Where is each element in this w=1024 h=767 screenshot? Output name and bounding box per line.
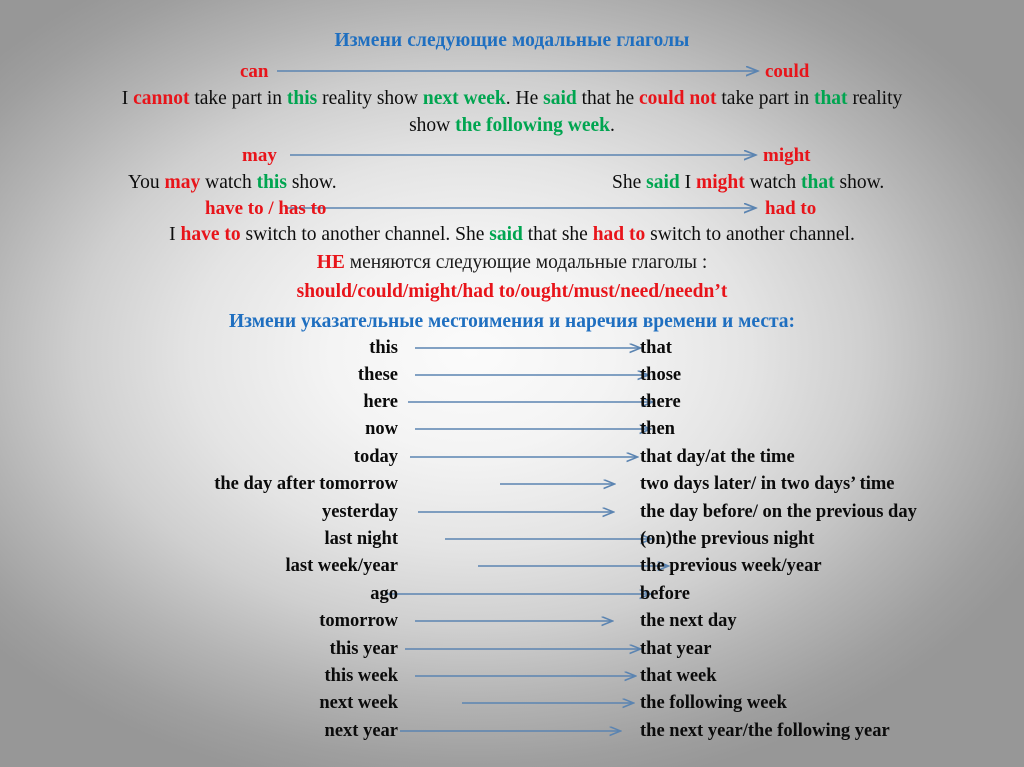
demonstratives-heading: Измени указательные местоимения и наречи… <box>228 311 796 332</box>
pair-source-term: yesterday <box>321 502 398 522</box>
pair-target-term: that <box>640 338 672 358</box>
sentence-fragment-1: cannot <box>133 88 190 109</box>
sentence-fragment-4: that she <box>522 224 593 245</box>
sentence-fragment-12: reality <box>847 88 903 109</box>
sentence-fragment-6: . He <box>505 88 544 109</box>
sentence-fragment-1: have to <box>180 224 241 245</box>
pair-target-term: the previous week/year <box>640 556 822 576</box>
pair-source-term: tomorrow <box>319 611 398 631</box>
page-title: Измени следующие модальные глаголы <box>334 30 690 51</box>
pair-source-term: this <box>369 338 398 358</box>
modal-left-may: may <box>242 145 277 166</box>
sentence-fragment-0: She <box>612 172 647 193</box>
sentence-fragment-5: that <box>801 172 835 193</box>
unchanged-rest: меняются следующие модальные глаголы : <box>344 252 708 273</box>
sentence-fragment-4: show. <box>286 172 337 193</box>
sentence-fragment-6: show. <box>834 172 885 193</box>
sentence-fragment-2: take part in <box>189 88 287 109</box>
pair-source-term: here <box>363 392 398 412</box>
pair-source-term: this week <box>324 666 399 686</box>
sentence-fragment-1: may <box>164 172 201 193</box>
modal-right-could: could <box>765 61 810 82</box>
pair-source-term: today <box>353 447 398 467</box>
pair-source-term: ago <box>370 584 398 604</box>
sentence-fragment-5: next week <box>422 88 506 109</box>
example-may-right: She said I might watch that show. <box>612 172 884 194</box>
sentence-fragment-0: I <box>169 224 181 245</box>
pair-target-term: two days later/ in two days’ time <box>640 474 895 494</box>
sentence-fragment-11: that <box>813 88 848 109</box>
pair-source-term: the day after tomorrow <box>214 474 398 494</box>
sentence-fragment-3: might <box>695 172 745 193</box>
modal-left-can: can <box>240 61 269 82</box>
sentence-fragment-1: said <box>646 172 680 193</box>
pair-target-term: before <box>640 584 690 604</box>
pair-target-term: then <box>640 419 675 439</box>
modal-left-have-to: have to / has to <box>205 198 327 219</box>
example-can-line1: I cannot take part in this reality show … <box>0 88 1024 110</box>
sentence-fragment-4: reality show <box>317 88 423 109</box>
example-can-line2: show the following week. <box>0 115 1024 137</box>
pair-source-term: last week/year <box>285 556 398 576</box>
sentence-fragment-0: You <box>128 172 165 193</box>
sentence-fragment-2: watch <box>200 172 257 193</box>
pair-source-term: next week <box>319 693 398 713</box>
unchanged-modals-note: НЕ меняются следующие модальные глаголы … <box>0 252 1024 274</box>
pair-source-term: last night <box>324 529 398 549</box>
pair-target-term: there <box>640 392 681 412</box>
pair-target-term: the following week <box>640 693 787 713</box>
example-may-left: You may watch this show. <box>128 172 337 194</box>
sentence-fragment-6: switch to another channel. <box>645 224 855 245</box>
sentence-fragment-2: switch to another channel. She <box>240 224 490 245</box>
pair-target-term: (on)the previous night <box>640 529 815 549</box>
sentence-fragment-3: this <box>286 88 318 109</box>
pair-target-term: the day before/ on the previous day <box>640 502 917 522</box>
pair-source-term: now <box>365 419 398 439</box>
modal-right-had-to: had to <box>765 198 817 219</box>
sentence-fragment-2: I <box>679 172 696 193</box>
sentence-fragment-5: had to <box>592 224 646 245</box>
sentence-fragment-0: show <box>409 115 456 136</box>
unchanged-modals-list: should/could/might/had to/ought/must/nee… <box>296 281 728 302</box>
sentence-fragment-3: said <box>489 224 523 245</box>
sentence-fragment-10: take part in <box>716 88 814 109</box>
pair-target-term: the next year/the following year <box>640 721 890 741</box>
modal-right-might: might <box>763 145 811 166</box>
pair-target-term: that day/at the time <box>640 447 795 467</box>
sentence-fragment-3: this <box>256 172 287 193</box>
sentence-fragment-9: could not <box>639 88 717 109</box>
pair-source-term: next year <box>324 721 398 741</box>
sentence-fragment-0: I <box>121 88 134 109</box>
pair-source-term: these <box>357 365 398 385</box>
sentence-fragment-7: said <box>543 88 577 109</box>
slide-canvas: Измени следующие модальные глаголы can c… <box>0 0 1024 767</box>
sentence-fragment-8: that he <box>576 88 640 109</box>
pair-target-term: that week <box>640 666 717 686</box>
pair-source-term: this year <box>329 639 398 659</box>
pair-target-term: that year <box>640 639 712 659</box>
sentence-fragment-2: . <box>610 115 615 136</box>
unchanged-prefix: НЕ <box>316 252 345 273</box>
sentence-fragment-4: watch <box>744 172 802 193</box>
example-have-to: I have to switch to another channel. She… <box>0 224 1024 246</box>
pair-target-term: the next day <box>640 611 737 631</box>
pair-target-term: those <box>640 365 682 385</box>
sentence-fragment-1: the following week <box>455 115 611 136</box>
